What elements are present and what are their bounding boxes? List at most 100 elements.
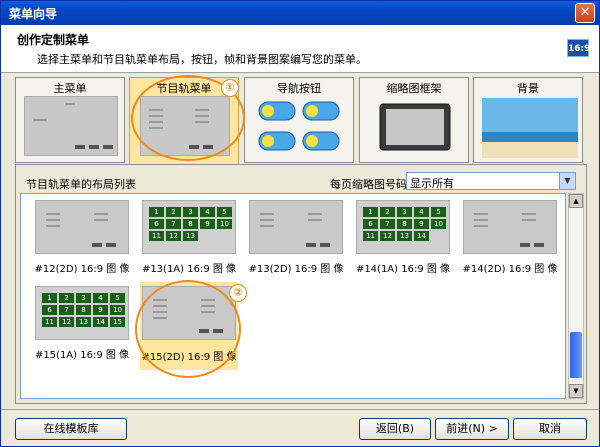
grid-cell: 2 bbox=[380, 207, 395, 217]
grid-cell: 2 bbox=[166, 207, 181, 217]
wizard-header: 创作定制菜单 选择主菜单和节目轨菜单布局，按钮，帧和背景图案编写您的菜单。 16… bbox=[1, 25, 599, 73]
grid-cell: 1 bbox=[363, 207, 378, 217]
annotation-marker: ① bbox=[221, 79, 239, 97]
wizard-footer: 在线模板库 返回(B) 前进(N) > 取消 bbox=[1, 409, 599, 446]
grid-cell: 15 bbox=[110, 317, 125, 327]
tab-thumbnail-frame[interactable]: 缩略图框架 bbox=[359, 77, 469, 163]
number-grid: 1 2 3 4 5 6 7 8 9 10 11 12 13 bbox=[149, 207, 232, 241]
layout-thumbnail bbox=[249, 200, 343, 254]
scroll-thumb[interactable] bbox=[570, 332, 582, 378]
tab-nav-buttons[interactable]: 导航按钮 bbox=[244, 77, 354, 163]
grid-cell: 3 bbox=[76, 293, 91, 303]
annotation-circle bbox=[135, 280, 241, 378]
nav-buttons-icon bbox=[258, 101, 340, 151]
per-page-select[interactable]: 显示所有 ▼ bbox=[406, 172, 576, 190]
grid-cell: 4 bbox=[200, 207, 215, 217]
page-title: 创作定制菜单 bbox=[17, 33, 90, 47]
grid-cell: 1 bbox=[42, 293, 57, 303]
grid-cell: 2 bbox=[59, 293, 74, 303]
per-page-label: 每页缩略图号码: bbox=[330, 178, 411, 191]
grid-cell: 5 bbox=[110, 293, 125, 303]
menu-wizard-window: 菜单向导 ✕ 创作定制菜单 选择主菜单和节目轨菜单布局，按钮，帧和背景图案编写您… bbox=[0, 0, 600, 447]
tab-label: 主菜单 bbox=[53, 82, 87, 95]
page-subtitle: 选择主菜单和节目轨菜单布局，按钮，帧和背景图案编写您的菜单。 bbox=[37, 53, 367, 66]
grid-cell: 8 bbox=[76, 305, 91, 315]
grid-cell: 13 bbox=[397, 231, 412, 241]
scroll-up-icon[interactable]: ▲ bbox=[569, 194, 583, 208]
grid-cell: 12 bbox=[166, 231, 181, 241]
layout-thumbnail bbox=[35, 200, 129, 254]
layout-item[interactable]: 1 2 3 4 5 6 7 8 9 10 11 12 13 #13(1A) 16… bbox=[140, 200, 238, 280]
layout-caption: #14(2D) 16:9 图 像 bbox=[462, 264, 558, 275]
layout-item[interactable]: 1 2 3 4 5 6 7 8 9 10 11 12 13 14 bbox=[33, 286, 131, 366]
back-button[interactable]: 返回(B) bbox=[359, 418, 431, 440]
grid-cell: 7 bbox=[380, 219, 395, 229]
grid-cell: 6 bbox=[42, 305, 57, 315]
tv-frame-icon bbox=[379, 103, 451, 151]
annotation-marker: ② bbox=[229, 284, 247, 302]
grid-cell: 11 bbox=[149, 231, 164, 241]
grid-cell: 14 bbox=[93, 317, 108, 327]
layout-thumbnail: 1 2 3 4 5 6 7 8 9 10 11 12 13 14 bbox=[35, 286, 129, 340]
layout-item[interactable]: #13(2D) 16:9 图 像 bbox=[247, 200, 345, 280]
layout-item[interactable]: #14(2D) 16:9 图 像 bbox=[461, 200, 559, 280]
grid-cell: 10 bbox=[431, 219, 446, 229]
layout-thumbnail: 1 2 3 4 5 6 7 8 9 10 11 12 13 bbox=[142, 200, 236, 254]
window-title: 菜单向导 bbox=[9, 7, 58, 21]
grid-cell: 12 bbox=[380, 231, 395, 241]
grid-cell: 3 bbox=[397, 207, 412, 217]
grid-cell: 8 bbox=[397, 219, 412, 229]
grid-cell: 7 bbox=[59, 305, 74, 315]
layout-caption: #15(1A) 16:9 图 像 bbox=[34, 350, 130, 361]
grid-cell: 3 bbox=[183, 207, 198, 217]
title-bar: 菜单向导 ✕ bbox=[1, 1, 599, 25]
grid-cell: 6 bbox=[149, 219, 164, 229]
layout-list: #12(2D) 16:9 图 像 1 2 3 4 5 6 7 8 9 10 11… bbox=[20, 193, 566, 399]
grid-cell: 4 bbox=[414, 207, 429, 217]
layout-caption: #14(1A) 16:9 图 像 bbox=[355, 264, 451, 275]
layout-caption: #13(2D) 16:9 图 像 bbox=[248, 264, 344, 275]
close-button[interactable]: ✕ bbox=[575, 3, 595, 23]
layout-list-scrollbar[interactable]: ▲ ▼ bbox=[568, 193, 584, 399]
number-grid: 1 2 3 4 5 6 7 8 9 10 11 12 13 14 bbox=[42, 293, 125, 327]
online-templates-button[interactable]: 在线模板库 bbox=[15, 418, 127, 440]
grid-cell: 9 bbox=[93, 305, 108, 315]
beach-background-icon bbox=[482, 98, 578, 158]
menu-thumbnail-icon bbox=[24, 96, 118, 156]
cancel-button[interactable]: 取消 bbox=[513, 418, 587, 440]
layout-thumbnail: 1 2 3 4 5 6 7 8 9 10 11 12 13 14 bbox=[356, 200, 450, 254]
scroll-down-icon[interactable]: ▼ bbox=[569, 384, 583, 398]
tab-label: 背景 bbox=[517, 82, 539, 95]
layout-panel: 节目轨菜单的布局列表 每页缩略图号码: 显示所有 ▼ #12(2D) 16:9 … bbox=[15, 164, 587, 404]
tab-label: 缩略图框架 bbox=[386, 82, 442, 95]
grid-cell: 5 bbox=[431, 207, 446, 217]
grid-cell: 6 bbox=[363, 219, 378, 229]
aspect-ratio-icon: 16:9 bbox=[567, 39, 590, 57]
tab-background[interactable]: 背景 bbox=[473, 77, 583, 163]
grid-cell: 13 bbox=[76, 317, 91, 327]
layout-item[interactable]: #12(2D) 16:9 图 像 bbox=[33, 200, 131, 280]
grid-cell: 9 bbox=[200, 219, 215, 229]
layout-item[interactable]: 1 2 3 4 5 6 7 8 9 10 11 12 13 14 bbox=[354, 200, 452, 280]
chevron-down-icon[interactable]: ▼ bbox=[559, 173, 575, 189]
layout-caption: #12(2D) 16:9 图 像 bbox=[34, 264, 130, 275]
tab-label: 导航按钮 bbox=[277, 82, 321, 95]
layout-list-label: 节目轨菜单的布局列表 bbox=[26, 178, 136, 191]
grid-cell: 12 bbox=[59, 317, 74, 327]
grid-cell: 10 bbox=[110, 305, 125, 315]
grid-cell: 11 bbox=[42, 317, 57, 327]
grid-cell: 9 bbox=[414, 219, 429, 229]
tab-main-menu[interactable]: 主菜单 bbox=[15, 77, 125, 163]
grid-cell: 5 bbox=[217, 207, 232, 217]
next-button[interactable]: 前进(N) > bbox=[435, 418, 509, 440]
grid-cell: 1 bbox=[149, 207, 164, 217]
grid-cell: 10 bbox=[217, 219, 232, 229]
layout-caption: #13(1A) 16:9 图 像 bbox=[141, 264, 237, 275]
grid-cell: 13 bbox=[183, 231, 198, 241]
category-tabs: 主菜单 节目轨菜单 导航按钮 缩略图框架 背景 ① bbox=[15, 75, 587, 165]
per-page-value: 显示所有 bbox=[410, 177, 454, 190]
grid-cell: 4 bbox=[93, 293, 108, 303]
grid-cell: 8 bbox=[183, 219, 198, 229]
grid-cell: 7 bbox=[166, 219, 181, 229]
layout-thumbnail bbox=[463, 200, 557, 254]
